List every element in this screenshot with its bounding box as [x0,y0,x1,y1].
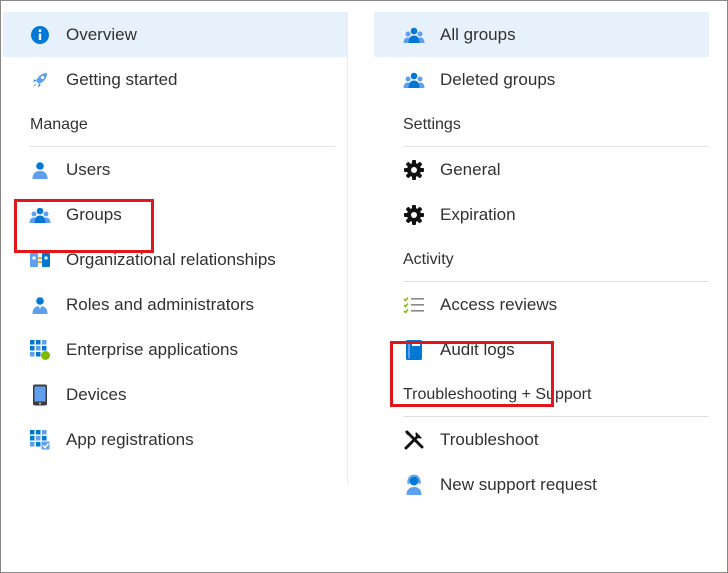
nav-item-label: Getting started [66,69,178,89]
section-header-settings: Settings [374,102,709,147]
gear-icon [403,159,425,181]
tools-icon [403,429,425,451]
enterprise-apps-icon [29,339,51,361]
nav-item-roles-and-administrators[interactable]: Roles and administrators [3,282,347,327]
nav-item-users[interactable]: Users [3,147,347,192]
nav-item-label: Overview [66,24,137,44]
right-navigation: All groups Deleted groups Settings Gener… [374,12,709,507]
nav-item-label: Users [66,159,111,179]
nav-item-devices[interactable]: Devices [3,372,347,417]
nav-item-overview[interactable]: Overview [3,12,347,57]
nav-item-getting-started[interactable]: Getting started [3,57,347,102]
nav-item-enterprise-applications[interactable]: Enterprise applications [3,327,347,372]
nav-item-all-groups[interactable]: All groups [374,12,709,57]
checklist-icon [403,294,425,316]
section-header-label: Activity [403,250,454,268]
nav-item-label: Deleted groups [440,69,556,89]
nav-item-label: Devices [66,384,127,404]
info-icon [29,24,51,46]
support-person-icon [403,474,425,496]
groups-icon [403,69,425,91]
section-header-activity: Activity [374,237,709,282]
section-header-label: Settings [403,115,461,133]
nav-item-label: Access reviews [440,294,558,314]
highlight-box-groups [14,199,154,253]
window-frame: Overview Getting started Manage Users Gr… [0,0,728,573]
nav-item-label: General [440,159,501,179]
nav-item-new-support-request[interactable]: New support request [374,462,709,507]
nav-item-label: Troubleshoot [440,429,539,449]
section-header-label: Manage [30,115,88,133]
rocket-icon [29,69,51,91]
nav-item-app-registrations[interactable]: App registrations [3,417,347,462]
nav-item-expiration[interactable]: Expiration [374,192,709,237]
highlight-box-audit-logs [390,341,554,407]
user-icon [29,159,51,181]
gear-icon [403,204,425,226]
nav-item-label: Roles and administrators [66,294,255,314]
nav-item-troubleshoot[interactable]: Troubleshoot [374,417,709,462]
nav-item-deleted-groups[interactable]: Deleted groups [374,57,709,102]
nav-item-label: Expiration [440,204,516,224]
nav-item-label: New support request [440,474,597,494]
nav-item-general[interactable]: General [374,147,709,192]
nav-item-label: App registrations [66,429,194,449]
groups-icon [403,24,425,46]
nav-item-access-reviews[interactable]: Access reviews [374,282,709,327]
nav-item-label: All groups [440,24,516,44]
nav-item-label: Enterprise applications [66,339,238,359]
app-registrations-icon [29,429,51,451]
device-icon [29,384,51,406]
section-header-manage: Manage [3,102,347,147]
roles-icon [29,294,51,316]
